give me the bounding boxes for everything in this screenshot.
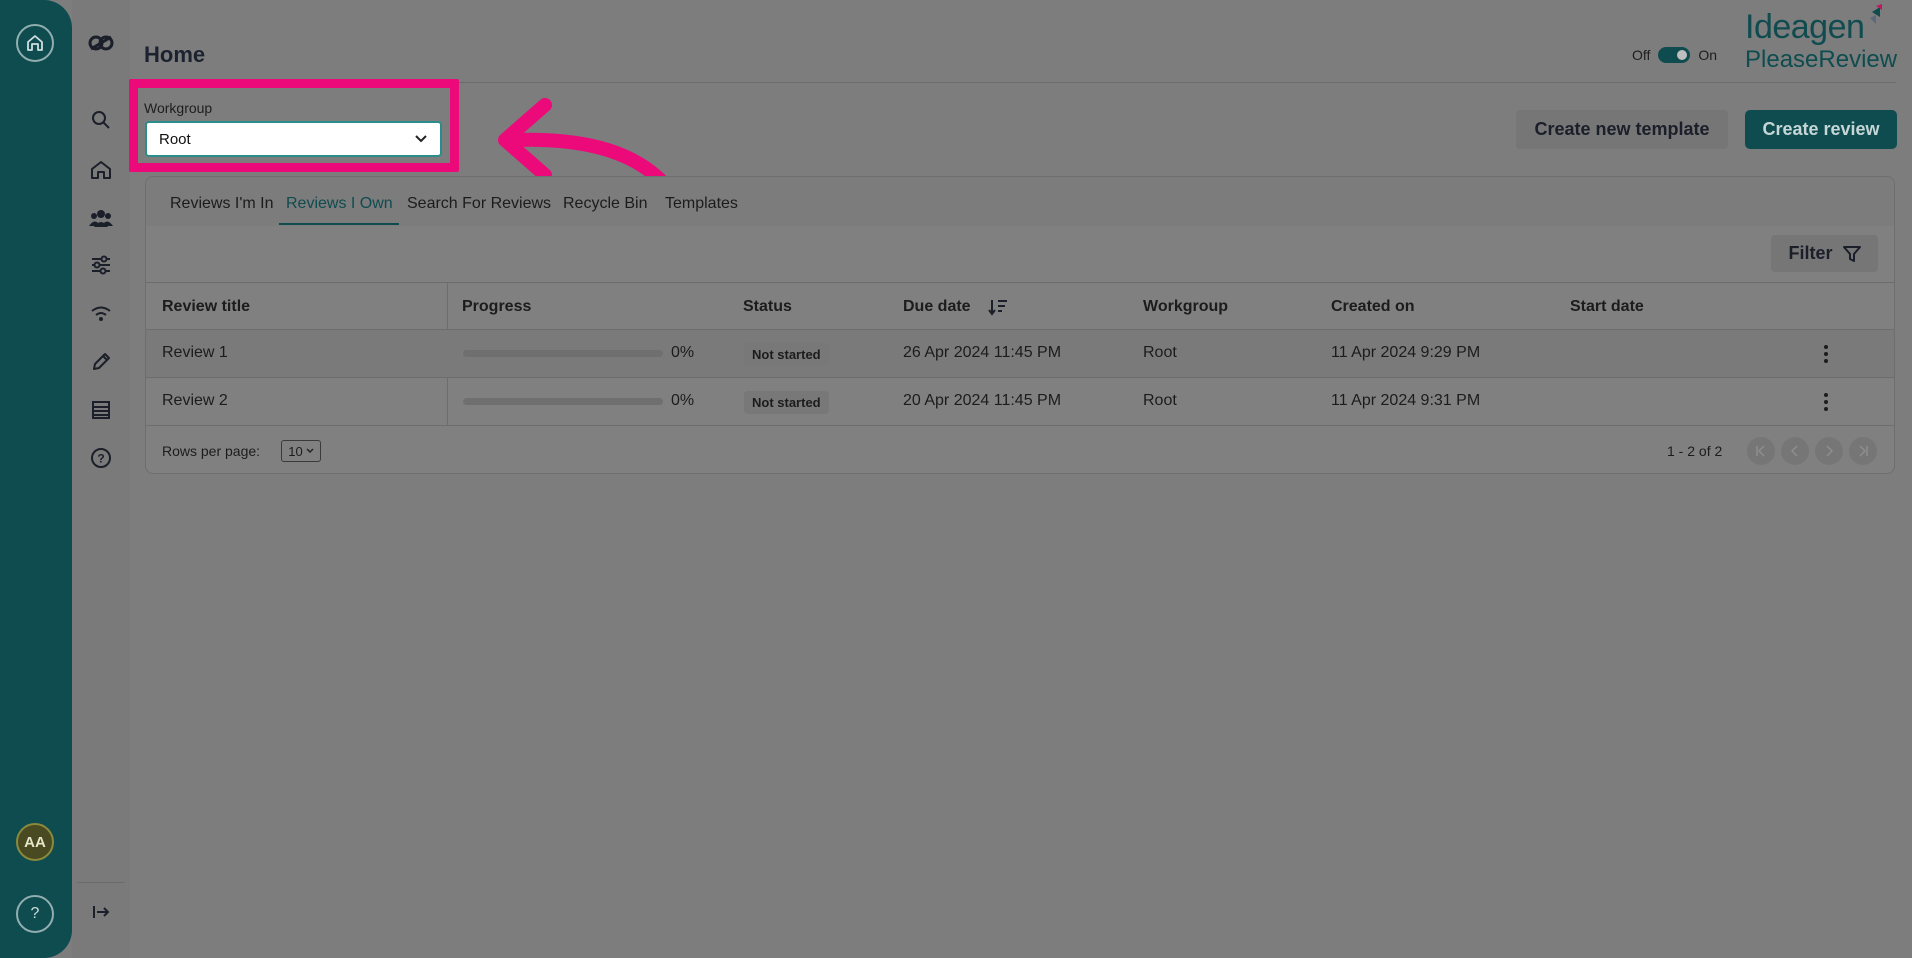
rows-per-page-label: Rows per page:	[162, 443, 261, 459]
rows-per-page-value: 10	[288, 443, 303, 459]
highlight-box	[129, 79, 459, 172]
pencil-icon[interactable]	[87, 348, 115, 376]
home-circle-glyph	[27, 35, 43, 51]
last-page-icon[interactable]	[1849, 437, 1877, 465]
avatar[interactable]: AA	[16, 823, 54, 861]
row-1-title[interactable]: Review 1	[162, 344, 228, 362]
filter-button[interactable]: Filter	[1771, 235, 1878, 272]
header-review-title[interactable]: Review title	[162, 298, 250, 316]
filter-button-label: Filter	[1788, 243, 1833, 263]
brand-sub: PleaseReview	[1745, 46, 1898, 73]
tab-recycle-bin[interactable]: Recycle Bin	[563, 195, 647, 213]
active-tab-indicator	[279, 223, 399, 225]
toggle-off-label: Off	[1632, 47, 1651, 63]
header-start-date[interactable]: Start date	[1570, 298, 1644, 316]
row-2-title[interactable]: Review 2	[162, 392, 228, 410]
users-icon[interactable]	[87, 204, 115, 232]
row-2-more-icon[interactable]	[1824, 393, 1828, 411]
header-workgroup[interactable]: Workgroup	[1143, 298, 1228, 316]
svg-text:?: ?	[97, 452, 104, 466]
create-template-button[interactable]: Create new template	[1516, 110, 1728, 149]
row-1-workgroup: Root	[1143, 344, 1177, 361]
list-icon[interactable]	[87, 396, 115, 424]
home-icon[interactable]	[87, 156, 115, 184]
tab-search-for-reviews[interactable]: Search For Reviews	[407, 195, 551, 213]
row-2-progress-bar	[463, 398, 663, 405]
row-divider	[146, 425, 1894, 426]
sidebar-divider	[77, 882, 125, 883]
tabs-bar: Reviews I'm In Reviews I Own Search For …	[146, 177, 1894, 226]
row-1-more-icon[interactable]	[1824, 345, 1828, 363]
prev-page-icon[interactable]	[1781, 437, 1809, 465]
sort-desc-icon[interactable]	[988, 298, 1008, 316]
row-1-progress-label: 0%	[671, 344, 695, 361]
header-due-date[interactable]: Due date	[903, 298, 971, 316]
page-title: Home	[144, 42, 206, 67]
brand-mark-icon	[1870, 4, 1882, 24]
on-off-toggle[interactable]	[1658, 47, 1691, 63]
tab-reviews-im-in[interactable]: Reviews I'm In	[170, 195, 274, 213]
on-off-toggle-group: Off On	[1632, 47, 1717, 63]
expand-right-icon[interactable]	[87, 898, 115, 926]
row-2-progress-label: 0%	[671, 392, 695, 409]
status-badge: Not started	[744, 343, 829, 366]
filter-icon	[1842, 245, 1861, 262]
status-badge: Not started	[744, 391, 829, 414]
help-icon[interactable]: ?	[87, 444, 115, 472]
row-1-due-date: 26 Apr 2024 11:45 PM	[903, 344, 1062, 361]
tab-templates[interactable]: Templates	[665, 195, 738, 213]
tab-reviews-i-own[interactable]: Reviews I Own	[286, 195, 393, 213]
row-2-workgroup: Root	[1143, 392, 1177, 409]
row-2-due-date: 20 Apr 2024 11:45 PM	[903, 392, 1062, 409]
app-rail: AA ?	[0, 0, 72, 958]
rows-per-page-select[interactable]: 10	[281, 440, 321, 462]
help-circle-icon[interactable]: ?	[16, 895, 54, 933]
home-circle-icon[interactable]	[16, 24, 54, 62]
sidebar: ?	[72, 0, 130, 958]
search-icon[interactable]	[87, 106, 115, 134]
header-progress[interactable]: Progress	[462, 298, 531, 316]
row-divider	[146, 377, 1894, 378]
first-page-icon[interactable]	[1747, 437, 1775, 465]
wifi-icon[interactable]	[87, 300, 115, 328]
next-page-icon[interactable]	[1815, 437, 1843, 465]
sliders-icon[interactable]	[87, 251, 115, 279]
toggle-on-label: On	[1698, 47, 1718, 63]
row-1-progress-bar	[463, 350, 663, 357]
logo-icon[interactable]	[87, 29, 115, 57]
pagination-range: 1 - 2 of 2	[1667, 443, 1723, 459]
row-2-created-on: 11 Apr 2024 9:31 PM	[1331, 392, 1481, 409]
header-status[interactable]: Status	[743, 298, 792, 316]
chevron-down-icon	[306, 448, 314, 454]
reviews-card: Reviews I'm In Reviews I Own Search For …	[145, 176, 1895, 474]
table-top-border	[146, 282, 1894, 283]
header-created-on[interactable]: Created on	[1331, 298, 1415, 316]
create-review-button[interactable]: Create review	[1745, 110, 1897, 149]
row-1-created-on: 11 Apr 2024 9:29 PM	[1331, 344, 1481, 361]
